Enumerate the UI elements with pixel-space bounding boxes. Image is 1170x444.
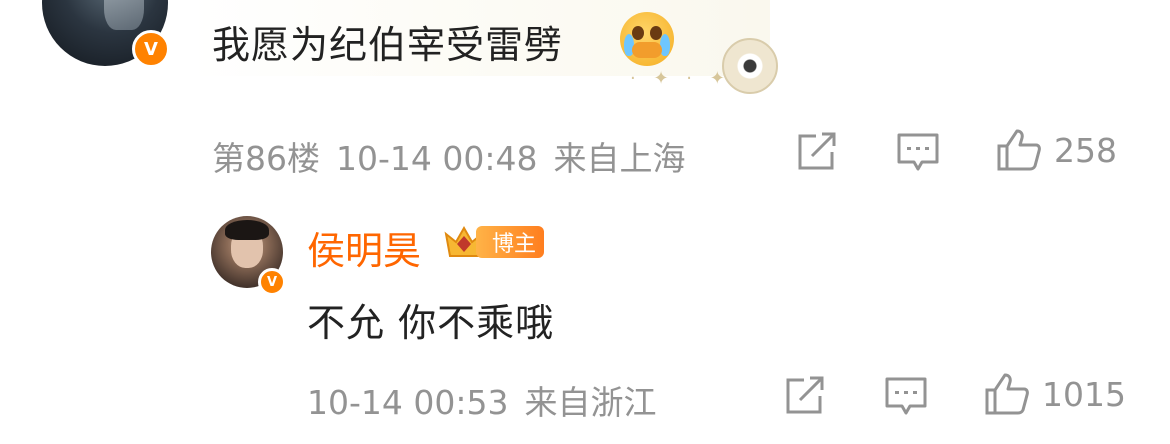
avatar-hair: [225, 220, 269, 240]
comment-icon: [897, 133, 939, 171]
comment-meta: 第86楼 10-14 00:48 来自上海: [212, 132, 701, 180]
reply-location: 来自浙江: [524, 383, 657, 422]
like-count: 258: [1054, 130, 1117, 170]
like-button[interactable]: 1015: [984, 372, 1126, 416]
verified-badge-icon: V: [132, 30, 170, 68]
floor-number: 第86楼: [212, 139, 320, 178]
share-button[interactable]: [784, 376, 826, 416]
comment-time: 10-14 00:48: [336, 139, 538, 178]
comment-button[interactable]: [896, 132, 940, 172]
avatar-highlight: [104, 0, 144, 30]
share-icon: [798, 132, 836, 170]
crying-emoji-icon: [620, 12, 674, 66]
verified-badge-icon: V: [258, 268, 286, 296]
emoji-eye: [632, 26, 644, 40]
thumbs-up-icon: [997, 129, 1041, 171]
share-button[interactable]: [796, 132, 838, 172]
share-icon: [786, 376, 824, 414]
comment-text: 我愿为纪伯宰受雷劈: [212, 23, 564, 67]
thumbs-up-icon: [985, 373, 1029, 415]
like-count: 1015: [1042, 374, 1126, 414]
comment-location: 来自上海: [553, 139, 686, 178]
like-button[interactable]: 258: [996, 128, 1117, 172]
sparkle-decoration-icon: · ✦ · ✦: [630, 68, 731, 89]
comment-button[interactable]: [884, 376, 928, 416]
reply-meta: 10-14 00:53 来自浙江: [307, 376, 672, 424]
reply-text: 不允 你不乘哦: [307, 301, 555, 345]
blogger-badge: 博主: [476, 226, 545, 258]
reply-time: 10-14 00:53: [307, 383, 509, 422]
comment-icon: [885, 377, 927, 415]
reply-author-name[interactable]: 侯明昊: [307, 220, 421, 275]
emoji-hands: [632, 42, 662, 58]
